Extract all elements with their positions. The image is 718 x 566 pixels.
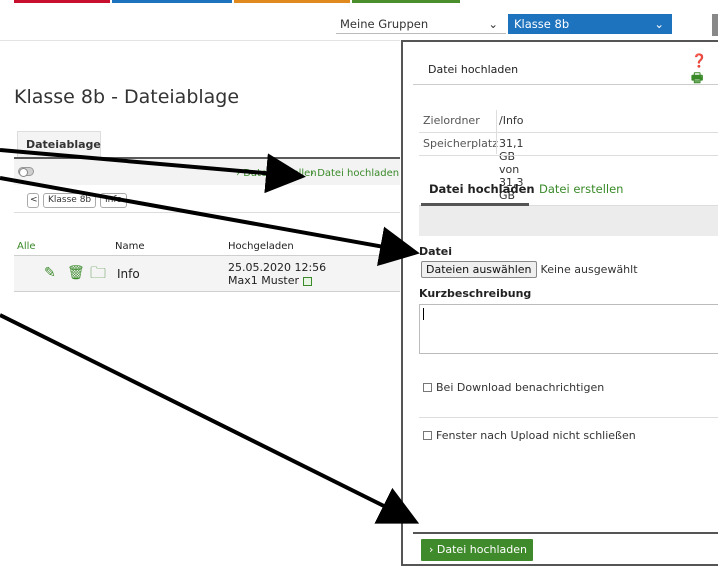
dialog-title: Datei hochladen — [428, 63, 519, 76]
description-textarea[interactable] — [419, 304, 718, 354]
keep-open-checkbox-box[interactable] — [423, 431, 432, 440]
select-all-link[interactable]: Alle — [17, 241, 36, 252]
class-select[interactable]: Klasse 8b ⌄ — [508, 14, 672, 34]
top-color-bar-green — [352, 0, 460, 3]
upload-info: 25.05.2020 12:56 Max1 Muster — [228, 261, 326, 287]
dialog-footer-divider — [413, 532, 718, 534]
user-icon[interactable] — [302, 276, 312, 286]
edit-icon[interactable]: ✎ — [44, 265, 56, 281]
breadcrumb: < Klasse 8b Info — [14, 187, 400, 213]
chevron-down-icon: ⌄ — [654, 17, 664, 31]
keep-open-checkbox[interactable]: Fenster nach Upload nicht schließen — [423, 429, 636, 442]
no-file-text: Keine ausgewählt — [540, 263, 638, 276]
target-folder-value: /Info — [499, 114, 524, 127]
notify-checkbox-label: Bei Download benachrichtigen — [436, 381, 605, 394]
target-folder-label: Zielordner — [423, 114, 480, 127]
info-divider-bottom — [419, 155, 718, 156]
upload-date: 25.05.2020 12:56 — [228, 261, 327, 274]
storage-label: Speicherplatz — [423, 137, 498, 150]
create-file-link[interactable]: › Datei erstellen — [236, 168, 317, 179]
upload-submit-button[interactable]: › Datei hochladen — [421, 539, 533, 561]
top-color-bar-red — [14, 0, 110, 3]
trash-icon[interactable]: 🗑 — [67, 265, 85, 281]
tab-dateiablage[interactable]: Dateiablage — [17, 131, 101, 157]
file-label: Datei — [419, 245, 453, 258]
scrollbar[interactable] — [712, 14, 718, 36]
breadcrumb-item-info[interactable]: Info — [100, 193, 128, 208]
upload-dialog: Datei hochladen ❓ 🖶 Zielordner /Info Spe… — [401, 40, 718, 566]
breadcrumb-back-button[interactable]: < — [27, 193, 39, 208]
dialog-header-divider — [413, 84, 718, 85]
info-column-divider — [496, 110, 497, 154]
top-color-bar-blue — [112, 0, 232, 3]
tab-upload[interactable]: Datei hochladen — [429, 182, 535, 196]
class-select-label: Klasse 8b — [514, 17, 570, 31]
column-header-name[interactable]: Name — [115, 241, 145, 252]
folder-icon[interactable]: 🗀 — [90, 262, 106, 289]
description-label: Kurzbeschreibung — [419, 287, 532, 300]
chevron-down-icon: ⌄ — [488, 16, 498, 31]
header-divider — [0, 40, 400, 41]
dialog-icons: ❓ 🖶 — [691, 54, 718, 91]
folder-name[interactable]: Info — [117, 267, 140, 281]
table-row[interactable]: ✎ 🗑 🗀 Info 25.05.2020 12:56 Max1 Muster — [14, 256, 400, 292]
keep-open-checkbox-label: Fenster nach Upload nicht schließen — [436, 429, 636, 442]
breadcrumb-item-klasse[interactable]: Klasse 8b — [43, 193, 97, 208]
notify-checkbox-box[interactable] — [423, 383, 432, 392]
column-header-uploaded[interactable]: Hochgeladen — [228, 241, 294, 252]
dialog-tabs: Datei hochladen Datei erstellen — [419, 172, 718, 206]
file-input[interactable]: Dateien auswählen Keine ausgewählt — [421, 261, 638, 278]
arrow-to-submit — [0, 313, 420, 524]
choose-files-button[interactable]: Dateien auswählen — [421, 261, 537, 278]
help-icon[interactable]: ❓ — [691, 54, 707, 69]
groups-select[interactable]: Meine Gruppen ⌄ — [336, 14, 506, 34]
upload-file-link[interactable]: › Datei hochladen — [310, 168, 399, 179]
notify-checkbox[interactable]: Bei Download benachrichtigen — [423, 381, 604, 394]
options-divider — [419, 417, 718, 418]
view-toggle[interactable] — [18, 167, 34, 177]
tab-content-bar — [419, 206, 718, 236]
groups-select-label: Meine Gruppen — [340, 16, 429, 31]
tab-create[interactable]: Datei erstellen — [539, 182, 623, 196]
file-toolbar: › Datei erstellen › Datei hochladen — [14, 157, 400, 185]
info-divider — [419, 132, 718, 133]
page-title: Klasse 8b - Dateiablage — [14, 86, 240, 108]
uploader-name: Max1 Muster — [228, 274, 300, 287]
top-color-bar-orange — [234, 0, 350, 3]
text-caret — [423, 308, 424, 320]
